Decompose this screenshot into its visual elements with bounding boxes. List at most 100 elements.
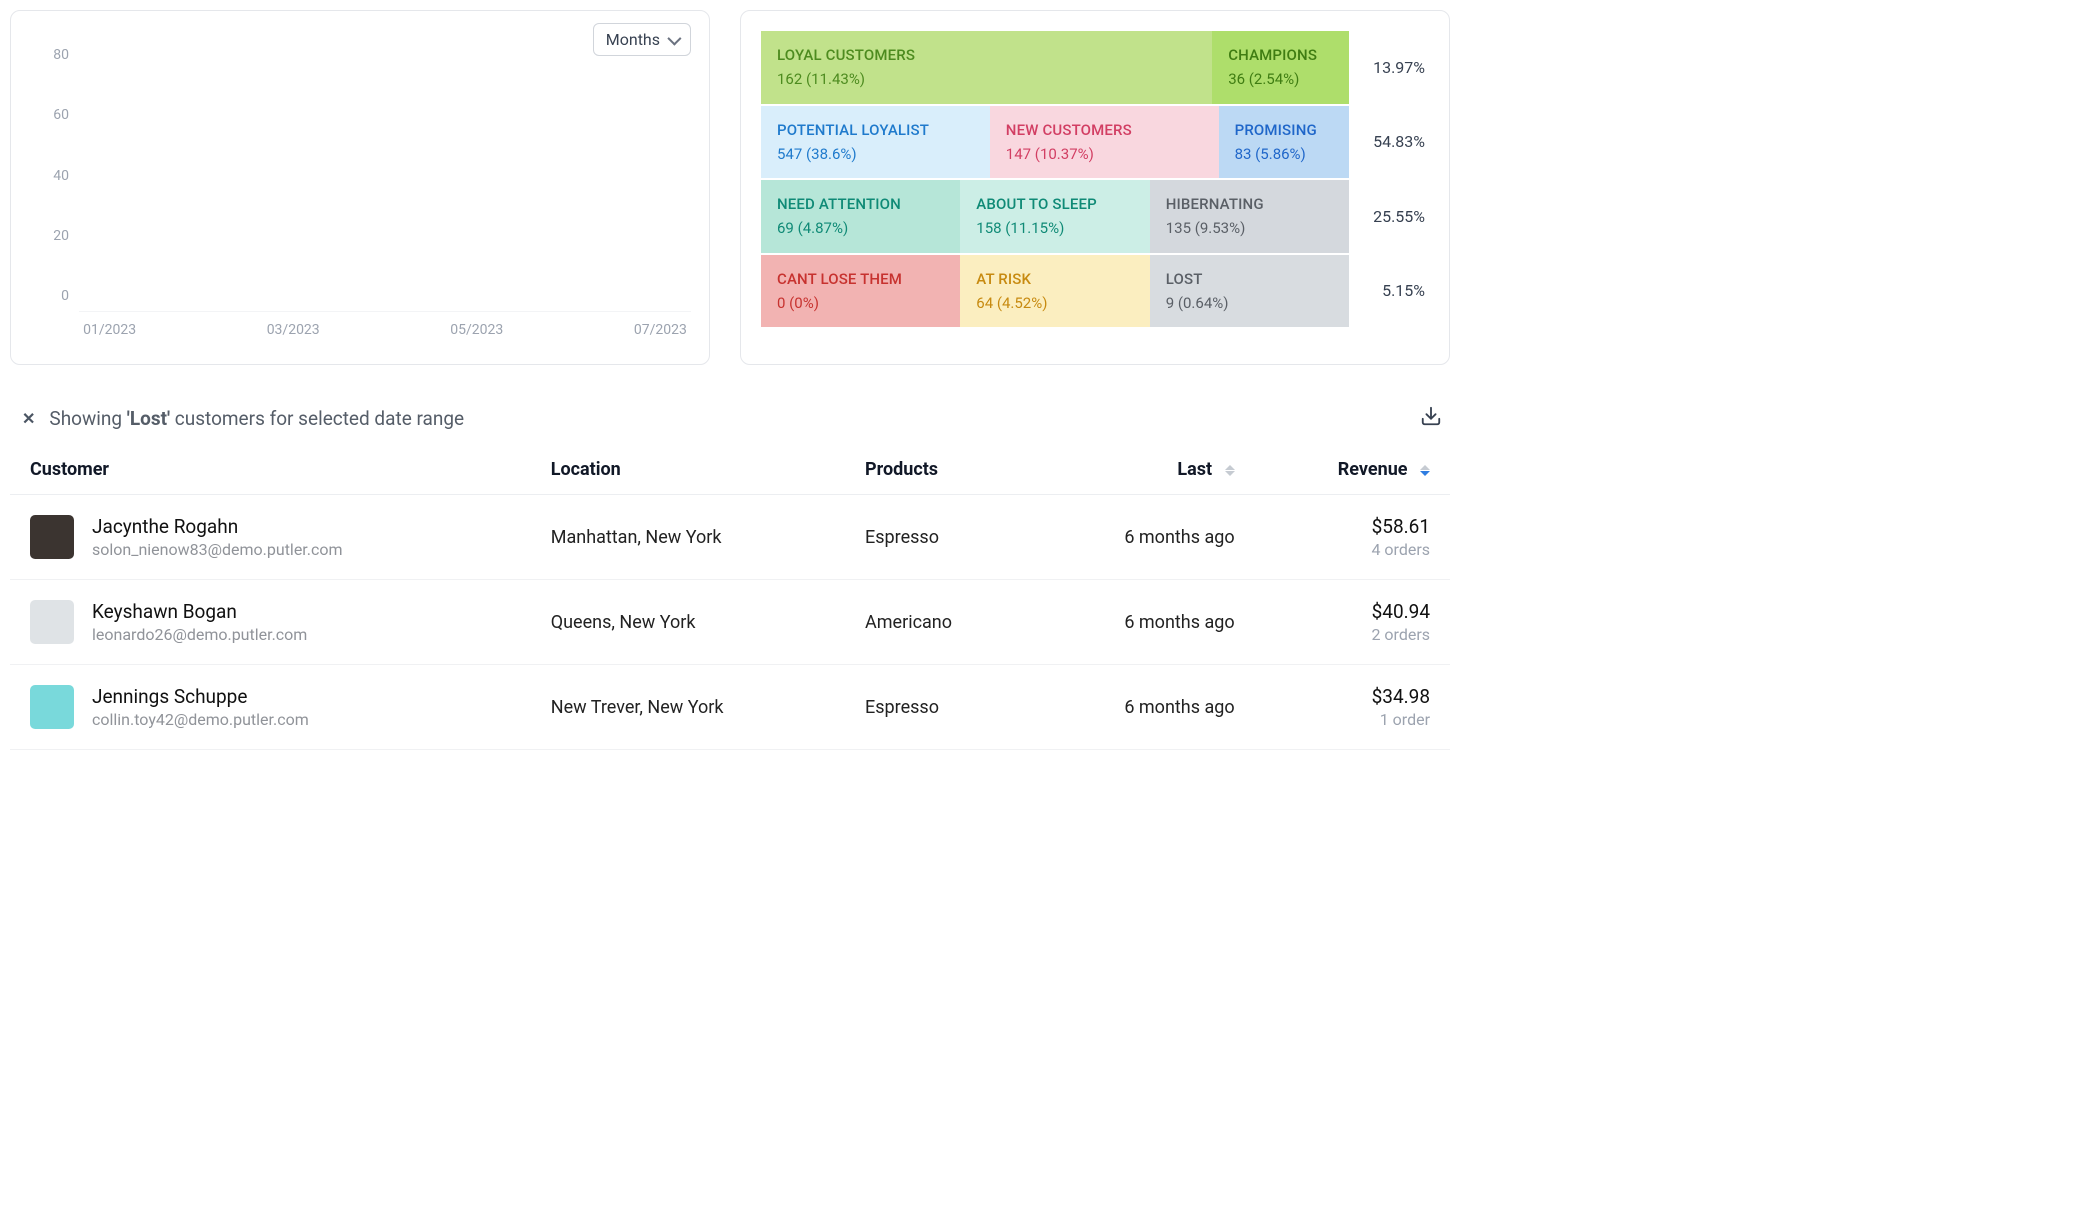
segment-row-total: 54.83%: [1349, 106, 1429, 179]
cell-customer: Jacynthe Rogahn solon_nienow83@demo.putle…: [10, 495, 531, 580]
revenue-amount: $40.94: [1275, 600, 1430, 623]
x-tick-label: 05/2023: [450, 322, 503, 338]
segment-title: NEED ATTENTION: [777, 194, 944, 214]
x-tick-label: 07/2023: [634, 322, 687, 338]
segment-value: 64 (4.52%): [976, 293, 1133, 313]
segment-block[interactable]: NEW CUSTOMERS 147 (10.37%): [990, 106, 1219, 179]
segment-row: NEED ATTENTION 69 (4.87%) ABOUT TO SLEEP 15…: [761, 180, 1429, 253]
revenue-orders: 4 orders: [1275, 540, 1430, 559]
segment-title: CANT LOSE THEM: [777, 269, 944, 289]
segment-block[interactable]: CHAMPIONS 36 (2.54%): [1212, 31, 1349, 104]
x-tick-label: 03/2023: [267, 322, 320, 338]
segment-value: 0 (0%): [777, 293, 944, 313]
x-tick-label: 01/2023: [83, 322, 136, 338]
customer-name: Jacynthe Rogahn: [92, 515, 343, 538]
cell-last: 6 months ago: [1033, 495, 1255, 580]
segment-block[interactable]: POTENTIAL LOYALIST 547 (38.6%): [761, 106, 990, 179]
cell-products: Espresso: [845, 495, 1033, 580]
segment-block[interactable]: ABOUT TO SLEEP 158 (11.15%): [960, 180, 1149, 253]
filter-text: Showing 'Lost' customers for selected da…: [49, 407, 464, 430]
y-tick-label: 80: [53, 47, 69, 63]
col-last[interactable]: Last: [1033, 445, 1255, 495]
segment-row: CANT LOSE THEM 0 (0%) AT RISK 64 (4.52%) LOS…: [761, 255, 1429, 328]
cell-location: Queens, New York: [531, 580, 845, 665]
segment-title: LOYAL CUSTOMERS: [777, 45, 1196, 65]
cell-revenue: $40.94 2 orders: [1255, 580, 1450, 665]
revenue-amount: $58.61: [1275, 515, 1430, 538]
col-revenue[interactable]: Revenue: [1255, 445, 1450, 495]
cell-products: Espresso: [845, 665, 1033, 750]
cell-last: 6 months ago: [1033, 665, 1255, 750]
avatar: [30, 600, 74, 644]
segment-title: POTENTIAL LOYALIST: [777, 120, 974, 140]
segment-value: 135 (9.53%): [1166, 218, 1333, 238]
segment-row-total: 25.55%: [1349, 180, 1429, 253]
active-filter-bar: ✕ Showing 'Lost' customers for selected …: [22, 405, 1442, 431]
customer-name: Keyshawn Bogan: [92, 600, 307, 623]
segment-value: 547 (38.6%): [777, 144, 974, 164]
segment-block[interactable]: LOST 9 (0.64%): [1150, 255, 1349, 328]
segment-title: HIBERNATING: [1166, 194, 1333, 214]
chart-range-label: Months: [606, 30, 660, 49]
rfm-segments-card: LOYAL CUSTOMERS 162 (11.43%) CHAMPIONS 36 (…: [740, 10, 1450, 365]
monthly-bar-chart-card: Months 0 20 40 60 80 01/2023 03/2023 05/2023 07…: [10, 10, 710, 365]
segment-block[interactable]: HIBERNATING 135 (9.53%): [1150, 180, 1349, 253]
table-row[interactable]: Jacynthe Rogahn solon_nienow83@demo.putle…: [10, 495, 1450, 580]
segment-block[interactable]: NEED ATTENTION 69 (4.87%): [761, 180, 960, 253]
segment-row-total: 5.15%: [1349, 255, 1429, 328]
table-row[interactable]: Keyshawn Bogan leonardo26@demo.putler.com…: [10, 580, 1450, 665]
cell-products: Americano: [845, 580, 1033, 665]
y-tick-label: 0: [61, 288, 69, 304]
customer-email: collin.toy42@demo.putler.com: [92, 710, 309, 729]
avatar: [30, 685, 74, 729]
segment-title: NEW CUSTOMERS: [1006, 120, 1203, 140]
cell-location: New Trever, New York: [531, 665, 845, 750]
segment-title: CHAMPIONS: [1228, 45, 1333, 65]
customer-email: solon_nienow83@demo.putler.com: [92, 540, 343, 559]
segment-block[interactable]: CANT LOSE THEM 0 (0%): [761, 255, 960, 328]
segment-row: POTENTIAL LOYALIST 547 (38.6%) NEW CUSTOME…: [761, 106, 1429, 179]
cell-customer: Jennings Schuppe collin.toy42@demo.putler…: [10, 665, 531, 750]
segment-value: 162 (11.43%): [777, 69, 1196, 89]
cell-revenue: $58.61 4 orders: [1255, 495, 1450, 580]
segment-value: 69 (4.87%): [777, 218, 944, 238]
segment-row: LOYAL CUSTOMERS 162 (11.43%) CHAMPIONS 36 (…: [761, 31, 1429, 104]
cell-last: 6 months ago: [1033, 580, 1255, 665]
table-row[interactable]: Jennings Schuppe collin.toy42@demo.putler…: [10, 665, 1450, 750]
y-tick-label: 20: [53, 228, 69, 244]
segment-block[interactable]: PROMISING 83 (5.86%): [1219, 106, 1349, 179]
col-location[interactable]: Location: [531, 445, 845, 495]
segment-title: AT RISK: [976, 269, 1133, 289]
customer-name: Jennings Schuppe: [92, 685, 309, 708]
segment-row-total: 13.97%: [1349, 31, 1429, 104]
segment-title: LOST: [1166, 269, 1333, 289]
col-customer[interactable]: Customer: [10, 445, 531, 495]
segment-block[interactable]: LOYAL CUSTOMERS 162 (11.43%): [761, 31, 1212, 104]
segment-title: ABOUT TO SLEEP: [976, 194, 1133, 214]
close-icon[interactable]: ✕: [22, 409, 35, 428]
revenue-orders: 2 orders: [1275, 625, 1430, 644]
col-products[interactable]: Products: [845, 445, 1033, 495]
revenue-amount: $34.98: [1275, 685, 1430, 708]
segment-title: PROMISING: [1235, 120, 1333, 140]
segment-value: 9 (0.64%): [1166, 293, 1333, 313]
segment-value: 147 (10.37%): [1006, 144, 1203, 164]
sort-icon: [1225, 465, 1235, 476]
y-tick-label: 40: [53, 168, 69, 184]
cell-revenue: $34.98 1 order: [1255, 665, 1450, 750]
customers-table: Customer Location Products Last Revenue …: [10, 445, 1450, 750]
segment-block[interactable]: AT RISK 64 (4.52%): [960, 255, 1149, 328]
chevron-down-icon: [667, 31, 681, 45]
table-header-row: Customer Location Products Last Revenue: [10, 445, 1450, 495]
sort-icon: [1420, 465, 1430, 476]
customer-email: leonardo26@demo.putler.com: [92, 625, 307, 644]
segment-value: 158 (11.15%): [976, 218, 1133, 238]
y-tick-label: 60: [53, 107, 69, 123]
chart-range-dropdown[interactable]: Months: [593, 23, 691, 56]
cell-location: Manhattan, New York: [531, 495, 845, 580]
segment-value: 83 (5.86%): [1235, 144, 1333, 164]
segment-value: 36 (2.54%): [1228, 69, 1333, 89]
cell-customer: Keyshawn Bogan leonardo26@demo.putler.com: [10, 580, 531, 665]
revenue-orders: 1 order: [1275, 710, 1430, 729]
download-icon[interactable]: [1420, 405, 1442, 431]
